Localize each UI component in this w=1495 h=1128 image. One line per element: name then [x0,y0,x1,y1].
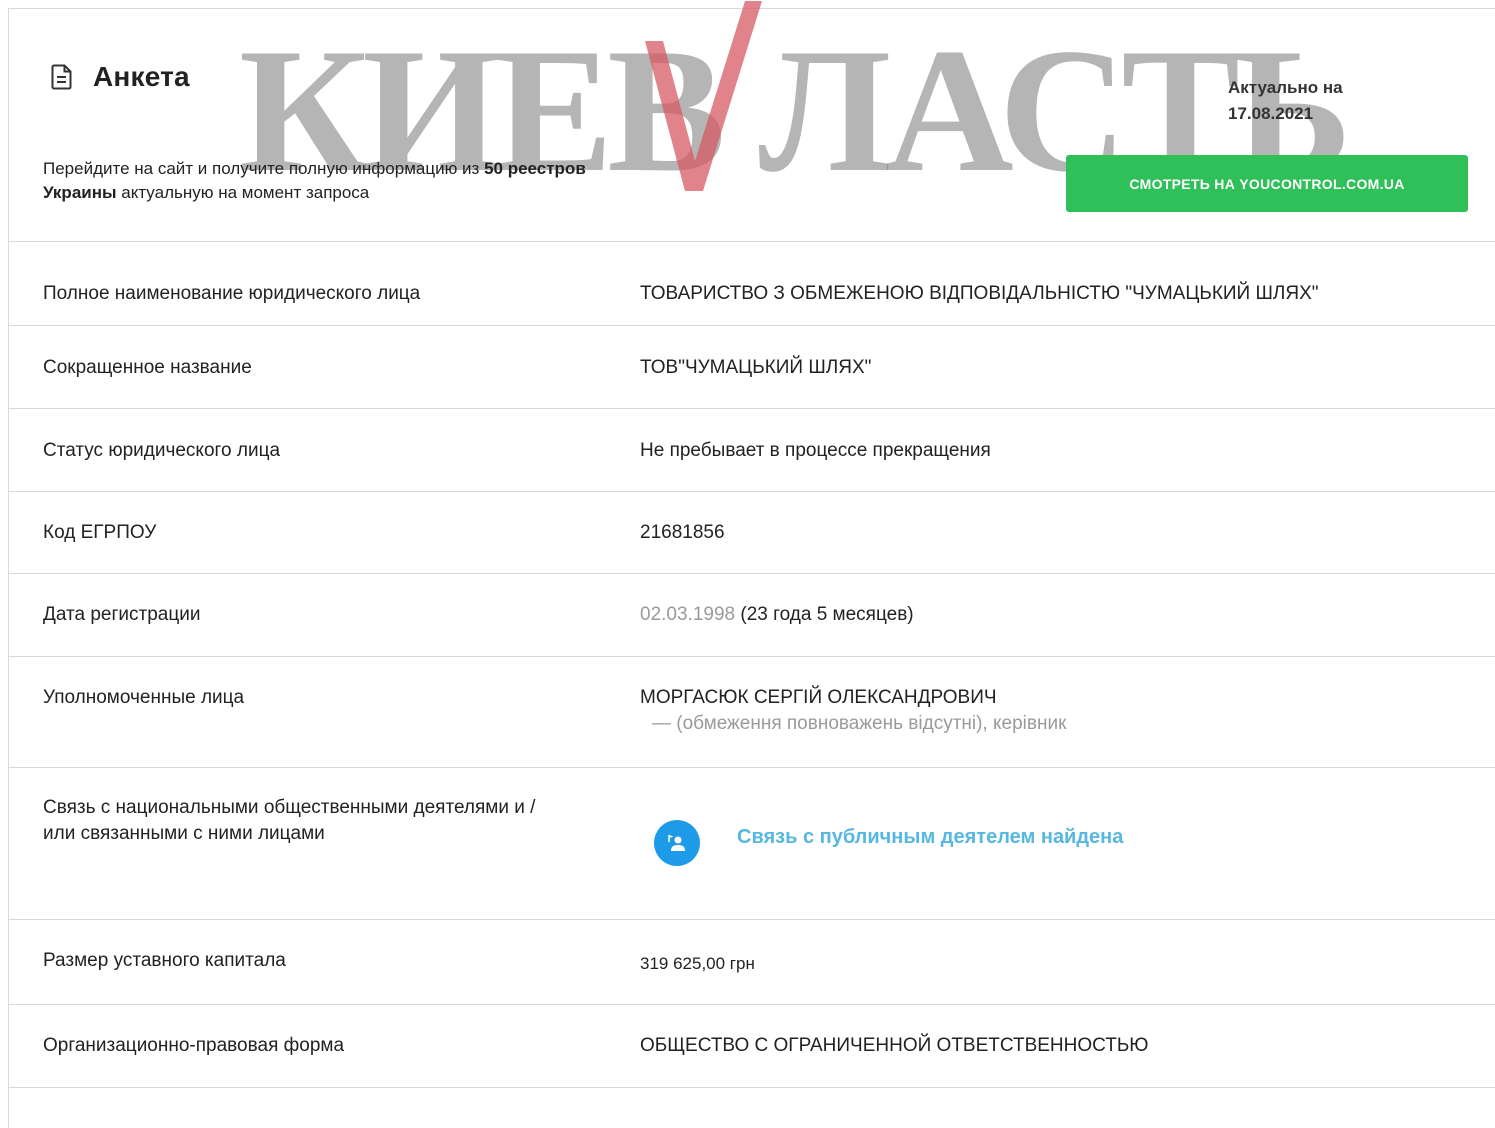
document-icon [51,64,73,90]
person-name: МОРГАСЮК СЕРГІЙ ОЛЕКСАНДРОВИЧ [640,687,997,708]
actual-date: 17.08.2021 [1228,104,1314,123]
youcontrol-button[interactable]: СМОТРЕТЬ НА YOUCONTROL.COM.UA [1066,155,1468,212]
registration-date: 02.03.1998 [640,604,736,625]
row-label: Полное наименование юридического лица [43,283,421,304]
row-value: ТОВАРИСТВО З ОБМЕЖЕНОЮ ВІДПОВІДАЛЬНІСТЮ … [640,283,1319,304]
company-card: Анкета КИЕВ ЛАСТЬ Актуально на 17.08.202… [8,1,1495,1128]
row-label: Дата регистрации [43,604,201,625]
page-title: Анкета [93,61,190,92]
public-figure-icon [654,820,700,866]
row-label: Статус юридического лица [43,440,281,461]
row-value: ОБЩЕСТВО С ОГРАНИЧЕННОЙ ОТВЕТСТВЕННОСТЬЮ [640,1035,1149,1056]
row-label: Сокращенное название [43,357,252,378]
row-legal-form: Организационно-правовая форма ОБЩЕСТВО С… [9,1004,1495,1087]
promo-prefix: Перейдите на сайт и получите полную инфо… [43,159,485,178]
public-figure-link[interactable]: Связь с публичным деятелем найдена [737,826,1123,849]
row-value: 319 625,00 грн [640,954,755,973]
promo-text: Перейдите на сайт и получите полную инфо… [43,157,633,205]
row-value: Не пребывает в процессе прекращения [640,440,991,461]
row-public-figures: Связь с национальными общественными деят… [9,767,1495,919]
row-charter-capital: Размер уставного капитала 319 625,00 грн [9,919,1495,1004]
row-value: МОРГАСЮК СЕРГІЙ ОЛЕКСАНДРОВИЧ — (обмежен… [640,685,1066,737]
details-table: Полное наименование юридического лица ТО… [9,241,1495,1127]
row-status: Статус юридического лица Не пребывает в … [9,408,1495,491]
actual-date-block: Актуально на 17.08.2021 [1228,75,1378,127]
promo-suffix: актуальную на момент запроса [116,183,370,202]
company-age: (23 года 5 месяцев) [735,604,914,625]
row-authorized-persons: Уполномоченные лица МОРГАСЮК СЕРГІЙ ОЛЕК… [9,656,1495,767]
row-empty [9,1087,1495,1127]
row-value: ТОВ"ЧУМАЦЬКИЙ ШЛЯХ" [640,357,872,378]
row-label: Организационно-правовая форма [43,1035,345,1056]
row-label: Связь с национальными общественными деят… [43,797,536,844]
row-registration-date: Дата регистрации 02.03.1998 (23 года 5 м… [9,573,1495,656]
person-role: — (обмеження повноважень відсутні), кері… [652,713,1067,734]
watermark-check-mark [645,1,762,191]
row-label: Код ЕГРПОУ [43,522,157,543]
title-block: Анкета [51,61,190,93]
row-value: 02.03.1998 (23 года 5 месяцев) [640,602,914,628]
row-full-name: Полное наименование юридического лица ТО… [9,241,1495,325]
actual-label: Актуально на [1228,78,1343,97]
card-header: Анкета КИЕВ ЛАСТЬ Актуально на 17.08.202… [9,1,1495,241]
row-edrpou: Код ЕГРПОУ 21681856 [9,491,1495,573]
row-label: Уполномоченные лица [43,687,245,708]
row-label: Размер уставного капитала [43,950,286,971]
row-short-name: Сокращенное название ТОВ"ЧУМАЦЬКИЙ ШЛЯХ" [9,325,1495,408]
row-value: 21681856 [640,522,725,543]
